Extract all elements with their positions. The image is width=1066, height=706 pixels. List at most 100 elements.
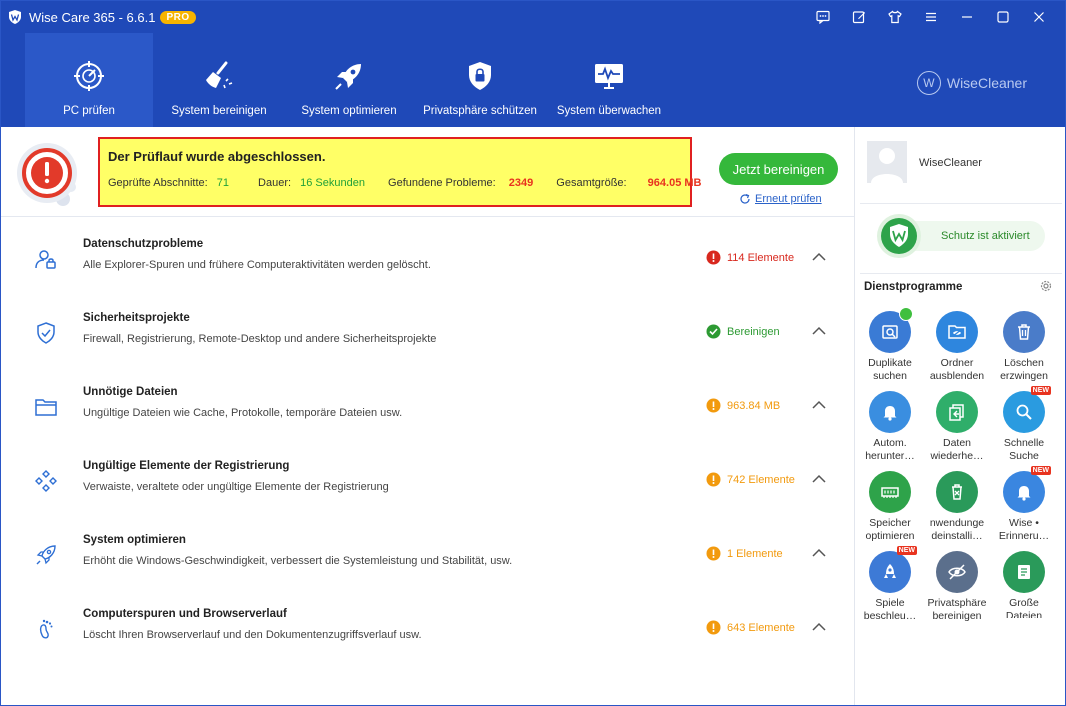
rescan-link[interactable]: Erneut prüfen <box>739 193 822 205</box>
divider <box>860 203 1062 204</box>
brand-name: WiseCleaner <box>946 75 1027 91</box>
memory-icon <box>881 487 899 498</box>
tool-uninstaller[interactable]: nwendunge deinstalli… <box>924 471 990 543</box>
tool-label: herunter… <box>865 450 915 462</box>
tool-label: Speicher <box>869 517 911 529</box>
skin-button[interactable] <box>877 1 913 33</box>
avatar[interactable] <box>867 141 907 183</box>
result-row-registry[interactable]: Ungültige Elemente der Registrierung Ver… <box>1 441 854 515</box>
tool-auto-shutdown[interactable]: Autom. herunter… <box>857 391 923 463</box>
main-nav: PC prüfen System bereinigen System optim… <box>1 33 1065 127</box>
result-desc: Löscht Ihren Browserverlauf und den Doku… <box>83 629 422 641</box>
tool-label: deinstalli… <box>931 530 983 542</box>
tool-hide-folder[interactable]: Ordner ausblenden <box>924 311 990 383</box>
alert-icon <box>17 143 77 206</box>
tool-label: optimieren <box>865 530 915 542</box>
tool-label: Dateien <box>1005 610 1043 618</box>
result-row-security[interactable]: Sicherheitsprojekte Firewall, Registrier… <box>1 293 854 367</box>
chevron-up-icon[interactable] <box>812 548 826 558</box>
new-badge: NEW <box>1030 386 1051 395</box>
clean-now-button[interactable]: Jetzt bereinigen <box>719 153 838 185</box>
result-desc: Ungültige Dateien wie Cache, Protokolle,… <box>83 407 403 419</box>
nav-tab-system-optimize[interactable]: System optimieren <box>293 33 405 127</box>
result-title: System optimieren <box>83 534 186 546</box>
warning-icon <box>706 546 721 561</box>
chevron-up-icon[interactable] <box>812 622 826 632</box>
result-status: 742 Elemente <box>706 472 795 487</box>
result-status-text: 963.84 MB <box>727 399 781 412</box>
warning-icon <box>706 398 721 413</box>
tool-label: Erinneru… <box>998 530 1050 542</box>
new-badge: NEW <box>1030 466 1051 475</box>
result-status: 1 Elemente <box>706 546 783 561</box>
chevron-up-icon[interactable] <box>812 326 826 336</box>
chevron-up-icon[interactable] <box>812 400 826 410</box>
result-row-junk-files[interactable]: Unnötige Dateien Ungültige Dateien wie C… <box>1 367 854 441</box>
result-status: 643 Elemente <box>706 620 795 635</box>
app-logo-icon <box>9 10 21 24</box>
hide-folder-icon <box>948 325 966 339</box>
chevron-up-icon[interactable] <box>812 474 826 484</box>
result-desc: Verwaiste, veraltete oder ungültige Elem… <box>83 481 389 493</box>
tool-game-booster[interactable]: NEW Spiele beschleu… <box>857 546 923 623</box>
result-row-traces[interactable]: Computerspuren und Browserverlauf Löscht… <box>1 589 854 663</box>
reminder-bell-icon <box>1017 486 1031 501</box>
tool-label: ausblenden <box>929 370 985 382</box>
protection-text: Schutz ist aktiviert <box>941 230 1030 242</box>
result-status-text: 114 Elemente <box>727 251 795 264</box>
tool-data-recovery[interactable]: Daten wiederhe… <box>924 391 990 463</box>
sections-label: Geprüfte Abschnitte: <box>108 177 208 189</box>
tool-memory-optimizer[interactable]: Speicher optimieren <box>857 471 923 543</box>
nav-tab-pc-check[interactable]: PC prüfen <box>25 33 153 127</box>
protection-shield-icon <box>877 214 921 258</box>
nav-tab-monitor[interactable]: System überwachen <box>553 33 665 127</box>
tool-label: Löschen <box>1004 357 1044 369</box>
refresh-icon <box>740 193 750 204</box>
footprint-icon <box>39 619 53 639</box>
scan-result-title: Der Prüflauf wurde abgeschlossen. <box>108 149 326 164</box>
protection-status[interactable]: Schutz ist aktiviert <box>877 214 1045 258</box>
result-row-system-optimize[interactable]: System optimieren Erhöht die Windows-Ges… <box>1 515 854 589</box>
problems-value: 2349 <box>508 177 534 189</box>
maximize-button[interactable] <box>985 1 1021 33</box>
tool-label: Spiele <box>875 597 905 609</box>
nav-label: System überwachen <box>556 105 662 117</box>
tool-wise-reminder[interactable]: NEW Wise • Erinneru… <box>991 466 1057 543</box>
chevron-up-icon[interactable] <box>812 252 826 262</box>
close-button[interactable] <box>1021 1 1057 33</box>
new-badge: NEW <box>896 546 917 555</box>
result-status: Bereinigen <box>706 324 780 339</box>
tool-large-files[interactable]: Große Dateien <box>991 551 1057 618</box>
minimize-button[interactable] <box>949 1 985 33</box>
check-circle-icon <box>706 324 721 339</box>
scan-result-box: Der Prüflauf wurde abgeschlossen. Geprüf… <box>98 137 701 207</box>
broom-icon <box>206 61 233 89</box>
tool-force-delete[interactable]: Löschen erzwingen <box>991 311 1057 383</box>
result-desc: Erhöht die Windows-Geschwindigkeit, verb… <box>83 555 513 567</box>
target-scan-icon <box>74 61 104 91</box>
result-desc: Firewall, Registrierung, Remote-Desktop … <box>83 333 437 345</box>
large-files-icon <box>1018 565 1030 579</box>
nav-label: Privatsphäre schützen <box>423 105 537 117</box>
tool-label: suchen <box>873 370 907 382</box>
folder-icon <box>35 399 57 416</box>
result-row-privacy[interactable]: Datenschutzprobleme Alle Explorer-Spuren… <box>1 219 854 293</box>
tool-duplicate-finder[interactable]: Duplikate suchen <box>857 307 923 383</box>
edit-button[interactable] <box>841 1 877 33</box>
gear-icon[interactable] <box>1039 279 1053 293</box>
app-title: Wise Care 365 - 6.6.1 <box>29 9 156 25</box>
tool-label: Duplikate <box>868 357 912 369</box>
feedback-button[interactable] <box>805 1 841 33</box>
rocket-outline-icon <box>36 545 56 565</box>
result-status-text: 742 Elemente <box>727 473 795 486</box>
result-title: Ungültige Elemente der Registrierung <box>83 460 290 472</box>
user-name[interactable]: WiseCleaner <box>919 157 982 169</box>
error-icon <box>706 250 721 265</box>
nav-tab-privacy[interactable]: Privatsphäre schützen <box>421 33 539 127</box>
tool-quick-search[interactable]: NEW Schnelle Suche <box>991 386 1057 463</box>
nav-tab-system-clean[interactable]: System bereinigen <box>163 33 275 127</box>
privacy-eye-icon <box>948 564 966 580</box>
sections-value: 71 <box>216 177 229 189</box>
menu-button[interactable] <box>913 1 949 33</box>
tool-privacy-cleaner[interactable]: Privatsphäre bereinigen <box>924 551 990 623</box>
